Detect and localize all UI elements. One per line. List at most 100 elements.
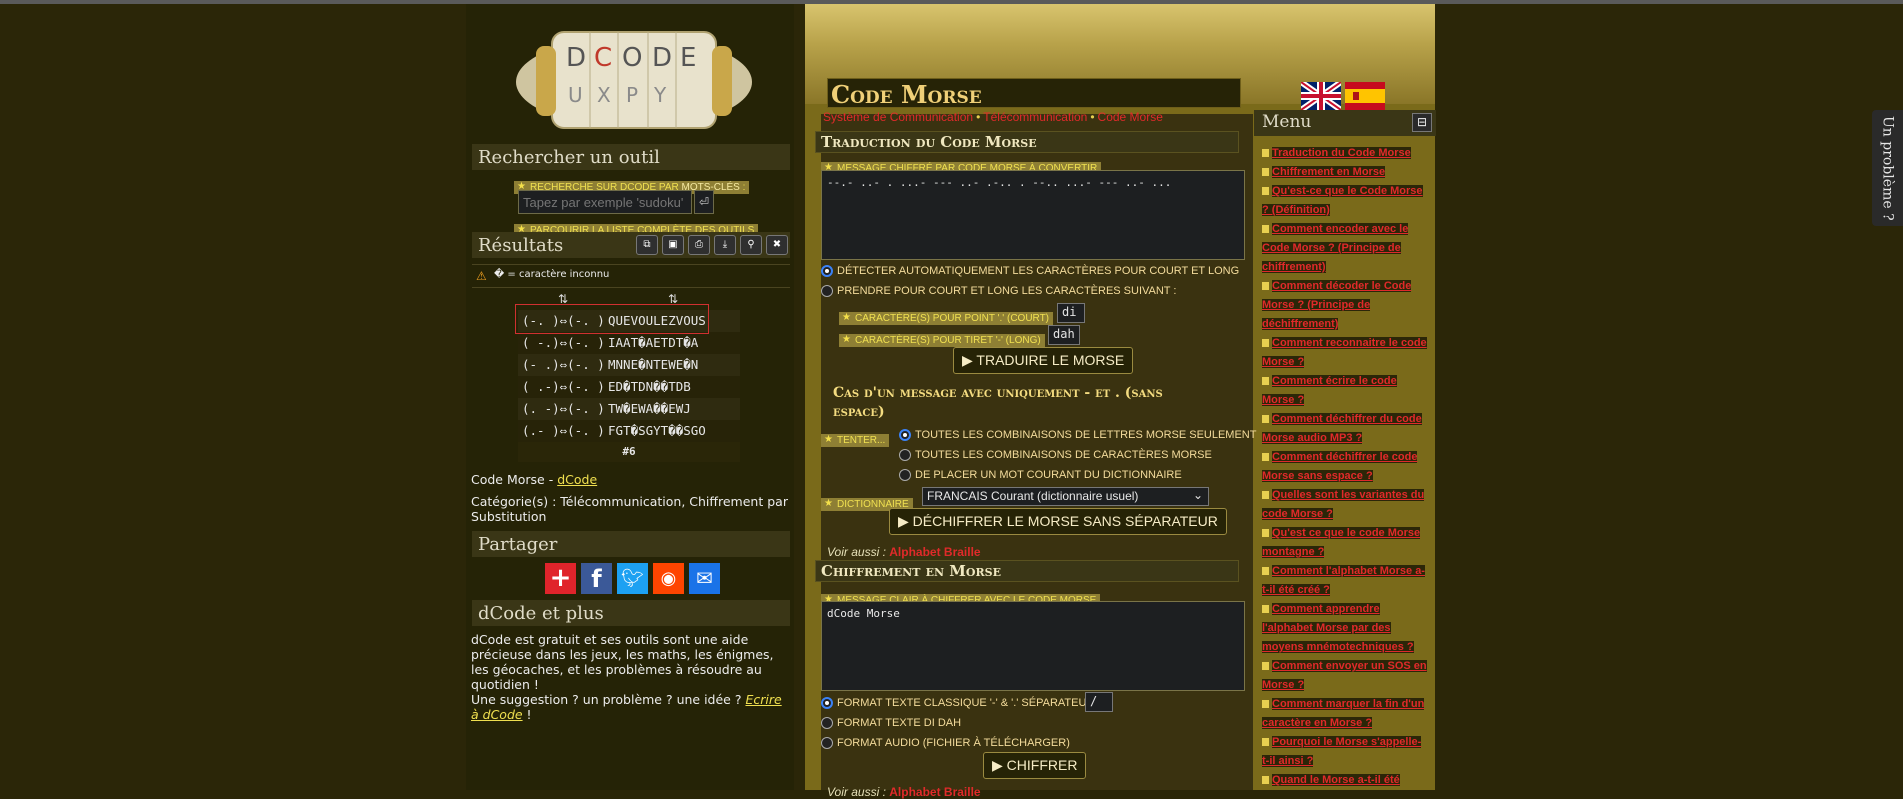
dash-chars-input[interactable]: dah	[1048, 325, 1080, 345]
option-all-chars[interactable]: Toutes les combinaisons de caractères Mo…	[899, 449, 1212, 461]
option-audio-format[interactable]: Format audio (fichier à télécharger)	[821, 737, 1070, 749]
breadcrumb-item[interactable]: Code Morse	[1098, 110, 1163, 124]
search-input[interactable]	[518, 190, 692, 214]
encrypt-button[interactable]: ▶ CHIFFRER	[983, 752, 1087, 779]
menu-item-label: Comment décoder le Code Morse ? (Princip…	[1262, 280, 1412, 330]
option-auto-detect[interactable]: Détecter automatiquement les caractères …	[821, 265, 1239, 277]
spanish-flag-icon[interactable]	[1345, 82, 1385, 110]
search-submit-button[interactable]: ⏎	[694, 190, 714, 214]
option-dictionary[interactable]: De placer un mot courant du dictionnaire	[899, 469, 1182, 481]
morse-input[interactable]: --.- ..- . ...- --- ..- .-.. . --.. ...-…	[821, 170, 1245, 260]
decipher-nosep-button[interactable]: ▶ DÉCHIFFRER LE MORSE SANS SÉPARATEUR	[889, 508, 1227, 535]
option-custom-chars[interactable]: Prendre pour court et long les caractère…	[821, 285, 1176, 297]
results-section-title: Résultats ⧉ ▣ ⎙ ⤓ ⚲ ✖	[472, 232, 790, 258]
table-row[interactable]: ( -.)⇔(-. ) IAAT�AETDT�A	[518, 332, 740, 354]
radio-letters[interactable]	[899, 429, 911, 441]
svg-text:X: X	[597, 83, 611, 107]
pin-icon[interactable]: ⚲	[740, 235, 762, 255]
menu-item[interactable]: Traduction du Code Morse	[1262, 144, 1428, 163]
option-letters-label: Toutes les combinaisons de lettres Morse…	[915, 429, 1257, 441]
try-label: Tenter...	[821, 428, 890, 447]
menu-item-label: Comment écrire le code Morse ?	[1262, 375, 1397, 406]
close-icon[interactable]: ✖	[766, 235, 788, 255]
menu-item-label: Comment déchiffrer le code Morse sans es…	[1262, 451, 1418, 482]
svg-text:E: E	[680, 43, 696, 73]
dot-chars-input[interactable]: di	[1057, 303, 1085, 323]
menu-item[interactable]: Comment écrire le code Morse ?	[1262, 372, 1428, 410]
option-letters-only[interactable]: Toutes les combinaisons de lettres Morse…	[899, 429, 1256, 441]
menu-item[interactable]: Comment déchiffrer le code Morse sans es…	[1262, 448, 1428, 486]
menu-item[interactable]: Comment reconnaitre le code Morse ?	[1262, 334, 1428, 372]
menu-item[interactable]: Chiffrement en Morse	[1262, 163, 1428, 182]
menu-item[interactable]: Comment déchiffrer du code Morse audio M…	[1262, 410, 1428, 448]
dictionary-select[interactable]: FRANCAIS Courant (dictionnaire usuel) ⌄	[922, 487, 1209, 506]
option-audio-label: Format audio (fichier à télécharger)	[837, 737, 1070, 749]
download-icon[interactable]: ⤓	[714, 235, 736, 255]
svg-text:Y: Y	[653, 83, 667, 107]
menu-item[interactable]: Quelles sont les variantes du code Morse…	[1262, 486, 1428, 524]
see-also: Voir aussi : Alphabet Braille	[827, 545, 981, 559]
nosep-title: Cas d'un message avec uniquement - et . …	[833, 385, 1163, 420]
email-icon[interactable]: ✉	[689, 563, 720, 594]
share-section-title: Partager	[472, 531, 790, 557]
table-row[interactable]: (.- )⇔(-. ) FGT�SGYT��SGO	[518, 420, 740, 442]
translate-morse-button[interactable]: ▶ TRADUIRE LE MORSE	[953, 347, 1134, 374]
decode-section-header: Traduction du Code Morse	[815, 131, 1239, 153]
row-code: (- .)⇔(-. )	[522, 357, 605, 372]
dcode-logo[interactable]: DCODE UXPY	[502, 10, 766, 142]
more-paragraph-2: Une suggestion ? un problème ? une idée …	[471, 692, 746, 707]
radio-didah[interactable]	[821, 717, 833, 729]
reddit-icon[interactable]: ◉	[653, 563, 684, 594]
menu-item[interactable]: Comment décoder le Code Morse ? (Princip…	[1262, 277, 1428, 334]
twitter-icon[interactable]: 🐦︎	[617, 563, 648, 594]
svg-text:C: C	[594, 43, 612, 73]
menu-header: Menu ⊟	[1254, 110, 1436, 136]
menu-item[interactable]: Qu'est ce que le code Morse montagne ?	[1262, 524, 1428, 562]
english-flag-icon[interactable]	[1299, 79, 1343, 113]
report-problem-tab[interactable]: Un problème ?	[1872, 110, 1903, 226]
radio-custom[interactable]	[821, 285, 833, 297]
dcode-link[interactable]: dCode	[557, 472, 597, 487]
menu-toggle-button[interactable]: ⊟	[1412, 113, 1432, 132]
facebook-icon[interactable]: f	[581, 563, 612, 594]
row-text: ED�TDN��TDB	[608, 379, 691, 394]
dash-chars-label-text: Caractère(s) pour tiret '-' (long)	[839, 334, 1045, 347]
menu-item[interactable]: Comment apprendre l'alphabet Morse par d…	[1262, 600, 1428, 657]
warning-bar: ⚠ � = caractère inconnu	[472, 264, 790, 288]
braille-link[interactable]: Alphabet Braille	[889, 545, 980, 559]
plaintext-input[interactable]: dCode Morse	[821, 601, 1245, 691]
menu-item[interactable]: Quand le Morse a-t-il été	[1262, 771, 1428, 790]
radio-audio[interactable]	[821, 737, 833, 749]
print-icon[interactable]: ⎙	[688, 235, 710, 255]
menu-item[interactable]: Pourquoi le Morse s'appelle-t-il ainsi ?	[1262, 733, 1428, 771]
plus-icon[interactable]: +	[545, 563, 576, 594]
table-row[interactable]: (. -)⇔(-. ) TW�EWA��EWJ	[518, 398, 740, 420]
breadcrumb: Système de Communication • Télécommunicati…	[823, 110, 1163, 124]
svg-text:D: D	[652, 43, 672, 73]
search-tag-post: :	[739, 182, 746, 193]
separator-input[interactable]: /	[1085, 692, 1113, 712]
braille-link-2[interactable]: Alphabet Braille	[889, 785, 980, 799]
save-icon[interactable]: ▣	[662, 235, 684, 255]
menu-item-label: Quelles sont les variantes du code Morse…	[1262, 489, 1425, 520]
results-title: Résultats	[478, 235, 564, 256]
menu-item[interactable]: Qu'est-ce que le Code Morse ? (Définitio…	[1262, 182, 1428, 220]
breadcrumb-item[interactable]: Télécommunication	[983, 110, 1087, 124]
option-classic-format[interactable]: Format texte classique '-' & '.' séparat…	[821, 697, 1104, 709]
warning-icon: ⚠	[476, 269, 487, 283]
radio-all-chars[interactable]	[899, 449, 911, 461]
radio-dictionary[interactable]	[899, 469, 911, 481]
more-text: dCode est gratuit et ses outils sont une…	[471, 632, 791, 722]
menu-item[interactable]: Comment encoder avec le Code Morse ? (Pr…	[1262, 220, 1428, 277]
row-text: IAAT�AETDT�A	[608, 335, 699, 350]
table-row[interactable]: (- .)⇔(-. ) MNNE�NTEWE�N	[518, 354, 740, 376]
table-row[interactable]: ( .-)⇔(-. ) ED�TDN��TDB	[518, 376, 740, 398]
radio-auto[interactable]	[821, 265, 833, 277]
radio-classic[interactable]	[821, 697, 833, 709]
menu-item[interactable]: Comment l'alphabet Morse a-t-il été créé…	[1262, 562, 1428, 600]
copy-icon[interactable]: ⧉	[636, 235, 658, 255]
option-didah-format[interactable]: Format texte DI DAH	[821, 717, 961, 729]
menu-item[interactable]: Comment marquer la fin d'un caractère en…	[1262, 695, 1428, 733]
breadcrumb-item[interactable]: Système de Communication	[823, 110, 973, 124]
menu-item[interactable]: Comment envoyer un SOS en Morse ?	[1262, 657, 1428, 695]
